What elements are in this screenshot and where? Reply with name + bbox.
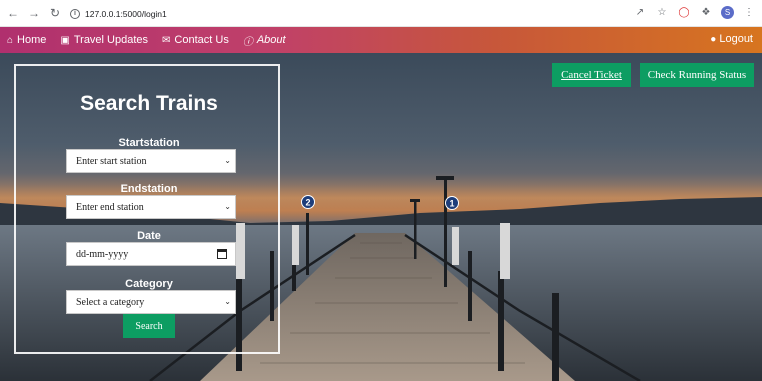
end-station-select[interactable]: Enter end station ⌄ (66, 195, 236, 219)
address-bar[interactable]: i 127.0.0.1:5000/login1 (70, 4, 630, 23)
site-info-icon[interactable]: i (70, 8, 80, 19)
end-station-label: Endstation (120, 183, 178, 195)
check-running-status-button[interactable]: Check Running Status (640, 63, 754, 87)
start-station-label: Startstation (118, 137, 180, 149)
nav-about[interactable]: ⓘ About (243, 33, 286, 48)
form-title: Search Trains (80, 92, 218, 115)
logout-link[interactable]: ● Logout (710, 33, 753, 45)
pier-number-2: 2 (305, 198, 310, 208)
nav-contact-us[interactable]: ✉ Contact Us (162, 34, 229, 46)
pier-number-1: 1 (449, 199, 454, 209)
nav-travel-updates[interactable]: ▣ Travel Updates (60, 34, 148, 46)
user-icon: ● (710, 33, 717, 45)
reload-icon[interactable]: ↻ (47, 5, 63, 21)
bookmark-star-icon[interactable]: ☆ (655, 5, 669, 19)
category-label: Category (125, 278, 173, 290)
puzzle-icon[interactable]: ❖ (699, 5, 713, 19)
chevron-down-icon: ⌄ (224, 202, 231, 211)
chevron-down-icon: ⌄ (224, 297, 231, 306)
share-icon[interactable]: ↗ (633, 5, 647, 19)
site-navbar: ⌂ Home ▣ Travel Updates ✉ Contact Us ⓘ A… (0, 27, 762, 53)
category-select[interactable]: Select a category ⌄ (66, 290, 236, 314)
date-label: Date (137, 230, 161, 242)
cancel-ticket-button[interactable]: Cancel Ticket (552, 63, 631, 87)
menu-dots-icon[interactable]: ⋮ (742, 5, 756, 19)
start-station-select[interactable]: Enter start station ⌄ (66, 149, 236, 173)
forward-icon[interactable]: → (26, 5, 42, 21)
back-icon[interactable]: ← (5, 5, 21, 21)
date-input[interactable]: dd-mm-yyyy (66, 242, 236, 266)
info-icon: ⓘ (242, 36, 253, 48)
envelope-icon: ✉ (162, 34, 171, 46)
hero-section: 2 1 Cancel Ticket Check Running Status S… (0, 53, 762, 381)
profile-avatar[interactable]: S (721, 5, 734, 19)
train-icon: ▣ (60, 34, 70, 46)
chevron-down-icon: ⌄ (224, 156, 231, 165)
extension-icon[interactable]: ◯ (677, 5, 691, 19)
browser-toolbar: ← → ↻ i 127.0.0.1:5000/login1 ↗ ☆ ◯ ❖ S … (0, 0, 762, 27)
search-trains-form: Search Trains Startstation Enter start s… (14, 64, 280, 354)
calendar-icon[interactable] (217, 249, 227, 259)
nav-home[interactable]: ⌂ Home (7, 34, 46, 46)
home-icon: ⌂ (7, 34, 14, 46)
search-button[interactable]: Search (123, 314, 175, 338)
url-text: 127.0.0.1:5000/login1 (85, 8, 167, 19)
